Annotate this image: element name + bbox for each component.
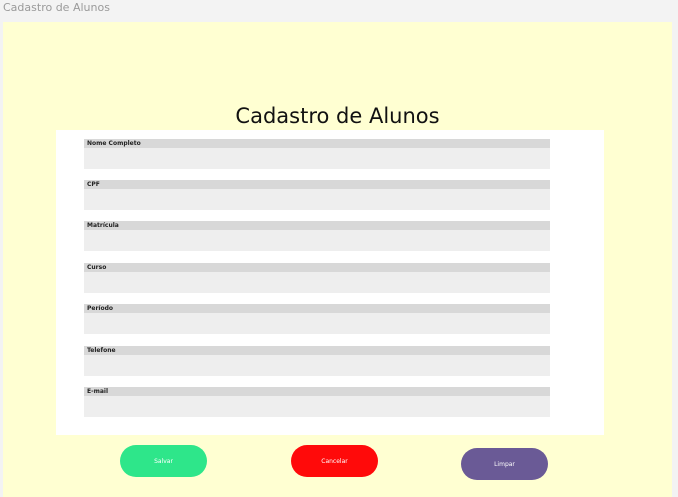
field-matricula: Matrícula	[84, 221, 550, 253]
telefone-input[interactable]	[84, 355, 550, 376]
cancel-button[interactable]: Cancelar	[291, 445, 378, 477]
field-periodo: Período	[84, 304, 550, 336]
clear-button[interactable]: Limpar	[461, 448, 548, 480]
field-label: Matrícula	[84, 221, 550, 230]
periodo-input[interactable]	[84, 313, 550, 334]
field-cpf: CPF	[84, 180, 550, 212]
field-label: Curso	[84, 263, 550, 272]
curso-input[interactable]	[84, 272, 550, 293]
field-label: E-mail	[84, 387, 550, 396]
nome-completo-input[interactable]	[84, 148, 550, 169]
save-button[interactable]: Salvar	[120, 445, 207, 477]
field-label: Nome Completo	[84, 139, 550, 148]
field-label: Telefone	[84, 346, 550, 355]
field-telefone: Telefone	[84, 346, 550, 378]
field-email: E-mail	[84, 387, 550, 419]
cpf-input[interactable]	[84, 189, 550, 210]
window-title: Cadastro de Alunos	[3, 1, 110, 14]
student-form: Nome Completo CPF Matrícula Curso Períod…	[56, 130, 604, 435]
field-label: Período	[84, 304, 550, 313]
page-title: Cadastro de Alunos	[235, 104, 440, 128]
email-input[interactable]	[84, 396, 550, 417]
matricula-input[interactable]	[84, 230, 550, 251]
field-curso: Curso	[84, 263, 550, 295]
field-label: CPF	[84, 180, 550, 189]
field-nome-completo: Nome Completo	[84, 139, 550, 171]
main-canvas: Cadastro de Alunos Nome Completo CPF Mat…	[3, 22, 672, 497]
